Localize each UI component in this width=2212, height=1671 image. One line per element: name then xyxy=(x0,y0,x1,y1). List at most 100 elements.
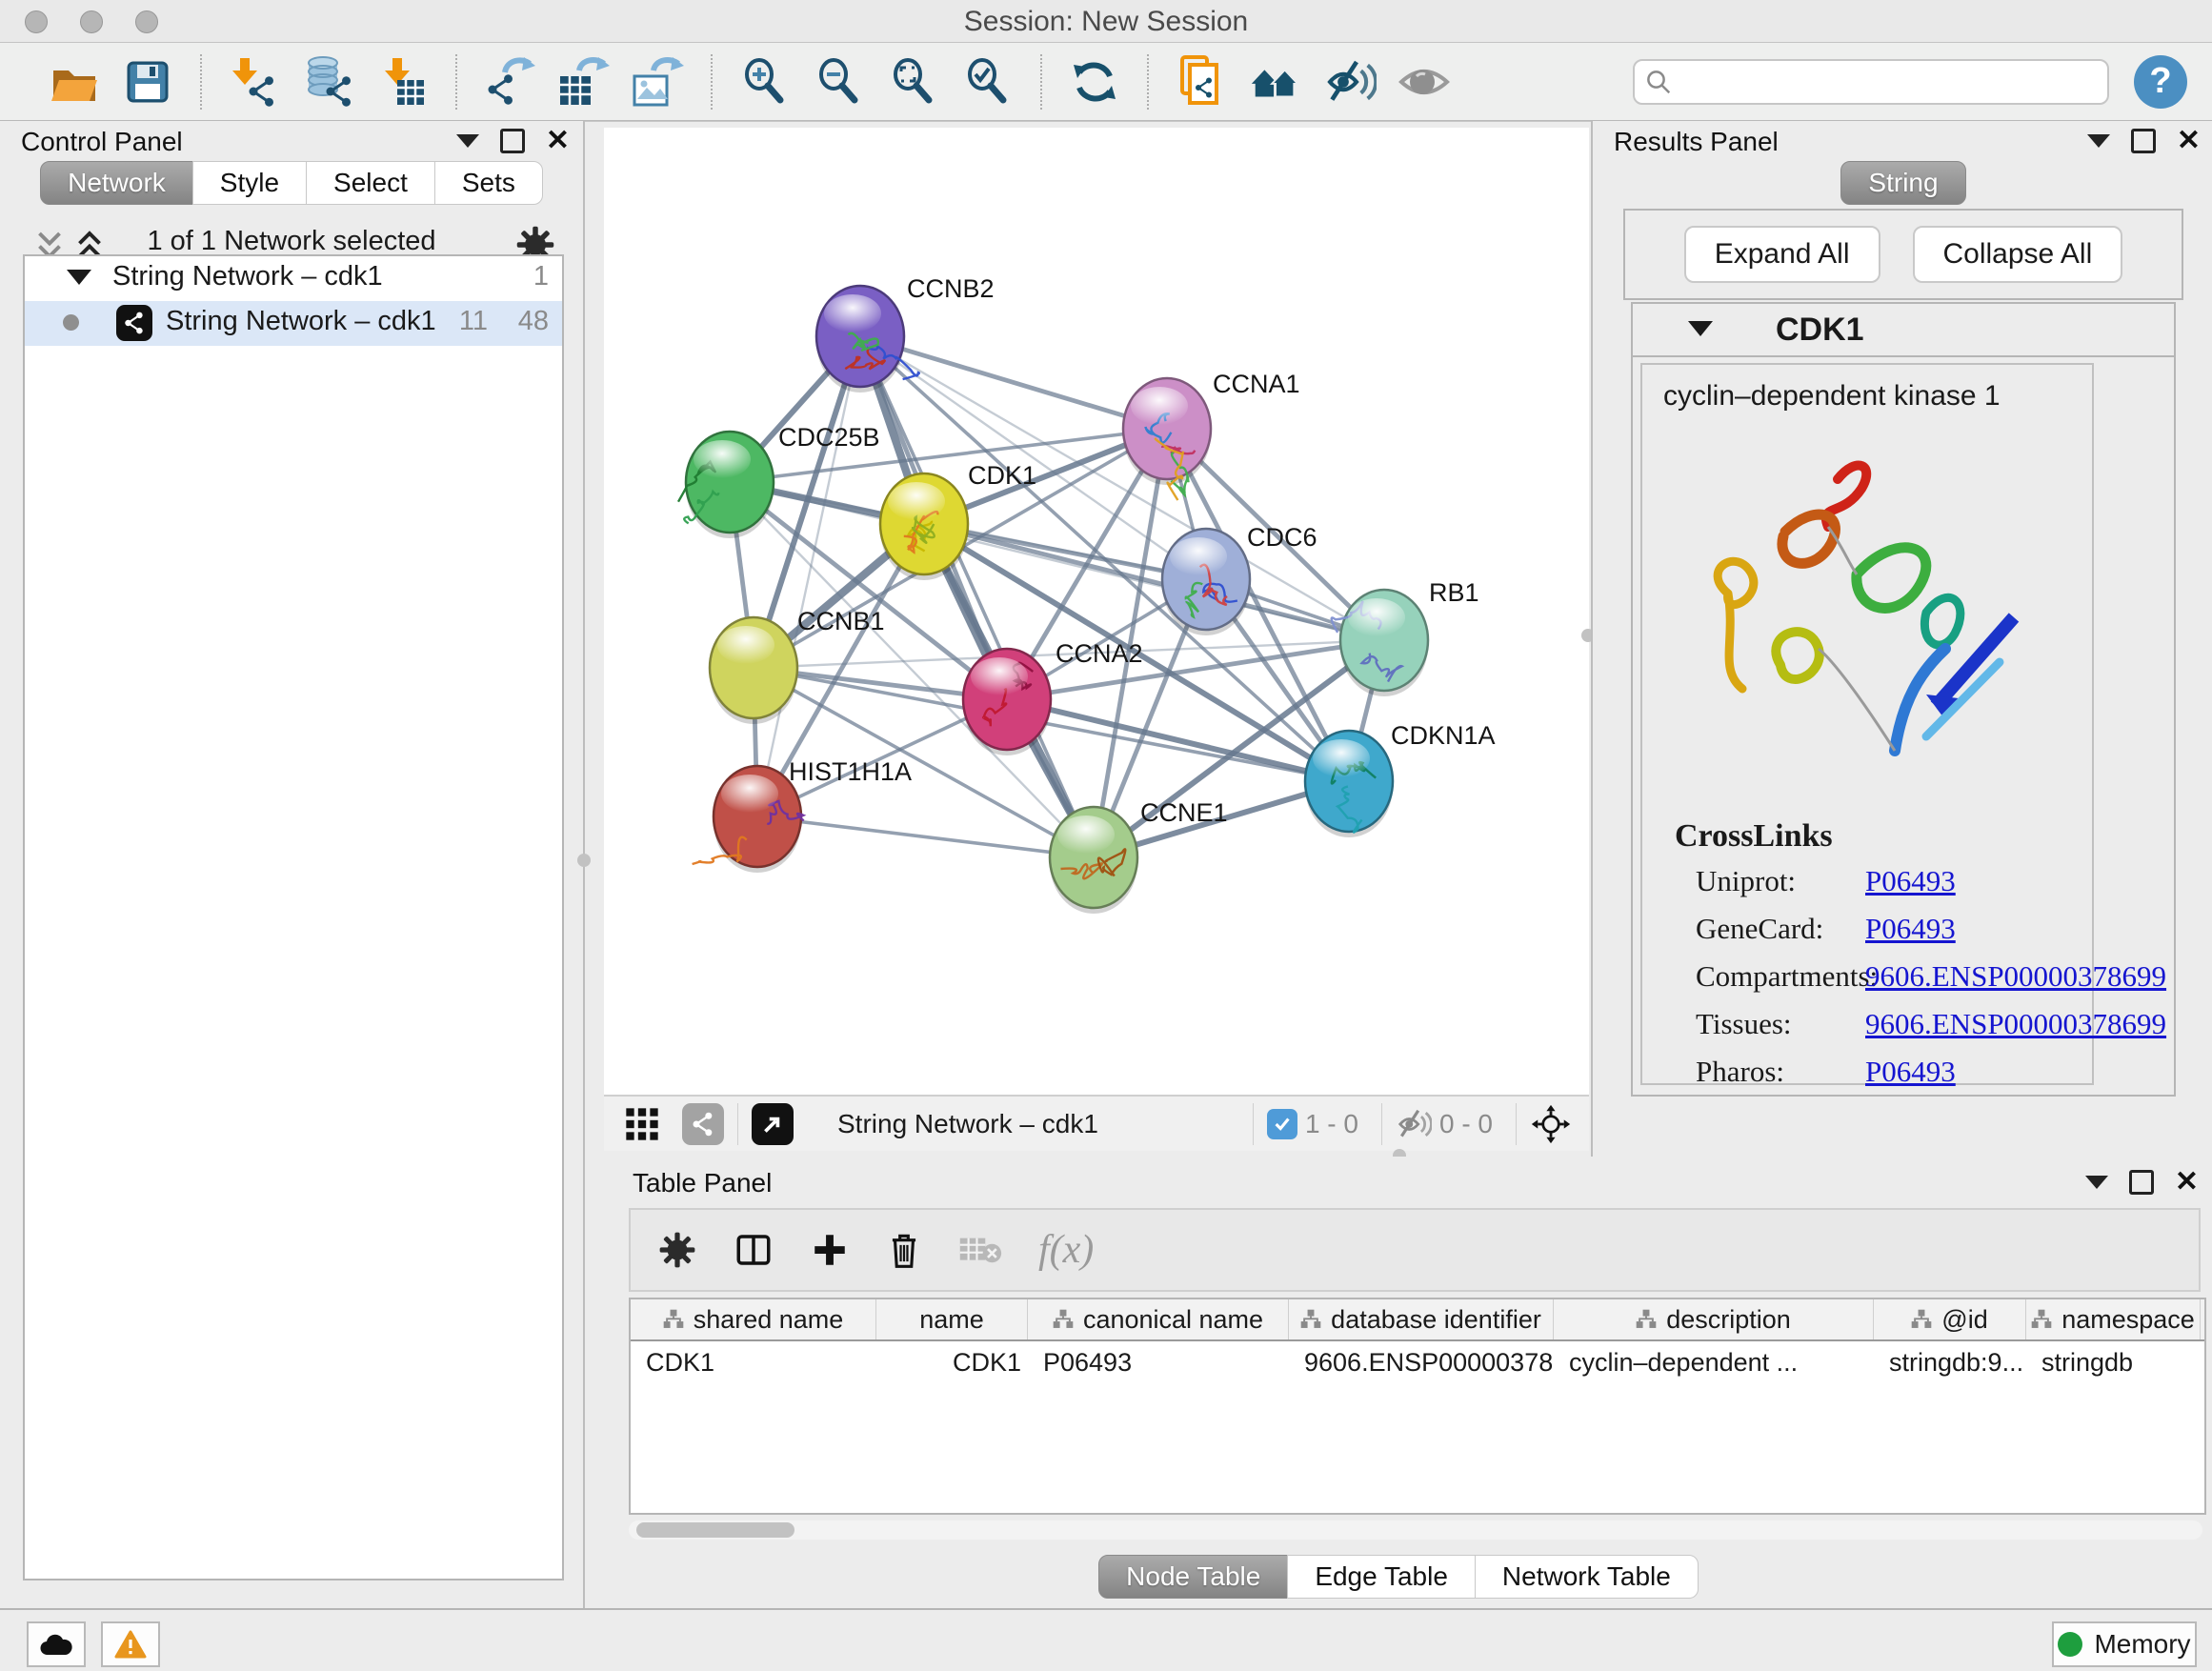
column-header-canonical-name[interactable]: canonical name xyxy=(1028,1299,1289,1339)
table-panel-close-icon[interactable]: ✕ xyxy=(2175,1171,2199,1194)
eye-slash-icon[interactable] xyxy=(1322,54,1377,110)
hidden-eye-icon[interactable] xyxy=(1396,1106,1432,1142)
collection-caret-icon[interactable] xyxy=(67,270,91,285)
show-columns-icon[interactable] xyxy=(734,1230,774,1270)
network-collection-row[interactable]: String Network – cdk1 1 xyxy=(25,256,562,301)
table-options-gear-icon[interactable] xyxy=(657,1230,697,1270)
delete-icon[interactable] xyxy=(886,1230,922,1270)
expand-all-button[interactable]: Expand All xyxy=(1684,226,1880,283)
navigator-crosshair-icon[interactable] xyxy=(1530,1103,1572,1145)
memory-status-dot xyxy=(2058,1632,2082,1657)
delete-table-icon[interactable] xyxy=(958,1233,1002,1267)
node-CCNB1[interactable] xyxy=(710,617,797,724)
tab-string-results[interactable]: String xyxy=(1840,161,1965,205)
table-cell[interactable]: stringdb xyxy=(2026,1341,2201,1383)
network-view-title: String Network – cdk1 xyxy=(837,1109,1098,1139)
import-network-icon[interactable] xyxy=(227,54,282,110)
control-panel-menu-icon[interactable] xyxy=(456,134,479,148)
zoom-out-icon[interactable] xyxy=(812,54,867,110)
zoom-fit-icon[interactable] xyxy=(886,54,941,110)
edge-HIST1H1A-CCNE1[interactable] xyxy=(757,816,1094,857)
details-caret-icon[interactable] xyxy=(1688,321,1713,336)
zoom-in-icon[interactable] xyxy=(737,54,793,110)
string-view-icon[interactable] xyxy=(682,1103,724,1145)
table-cell[interactable]: 9606.ENSP00000378699 xyxy=(1289,1341,1554,1383)
help-button[interactable]: ? xyxy=(2134,55,2187,109)
results-panel-close-icon[interactable]: ✕ xyxy=(2177,130,2201,152)
node-CDKN1A[interactable] xyxy=(1305,731,1393,837)
tab-edge-table[interactable]: Edge Table xyxy=(1287,1555,1476,1599)
open-in-window-icon[interactable] xyxy=(752,1103,794,1145)
tab-sets[interactable]: Sets xyxy=(434,161,543,205)
save-session-icon[interactable] xyxy=(120,54,175,110)
scrollbar-thumb[interactable] xyxy=(636,1522,794,1538)
export-network-icon[interactable] xyxy=(482,54,537,110)
left-splitter-handle[interactable] xyxy=(577,854,591,867)
tab-style[interactable]: Style xyxy=(192,161,307,205)
results-actions-box: Expand All Collapse All xyxy=(1623,209,2183,300)
table-panel-menu-icon[interactable] xyxy=(2085,1176,2108,1189)
memory-button[interactable]: Memory xyxy=(2052,1621,2197,1667)
gray-eye-icon[interactable] xyxy=(1397,54,1452,110)
control-panel-float-icon[interactable] xyxy=(500,129,525,153)
column-header-shared-name[interactable]: shared name xyxy=(631,1299,876,1339)
tab-network[interactable]: Network xyxy=(40,161,193,205)
table-horizontal-scrollbar[interactable] xyxy=(629,1520,2202,1540)
edge-CCNB2-HIST1H1A[interactable] xyxy=(757,336,860,816)
table-cell[interactable]: cyclin–dependent ... xyxy=(1554,1341,1874,1383)
network-row-selected[interactable]: String Network – cdk1 11 48 xyxy=(25,301,562,346)
results-panel-float-icon[interactable] xyxy=(2131,129,2156,153)
network-label: String Network – cdk1 xyxy=(166,306,436,337)
node-CDC25B[interactable] xyxy=(678,432,774,538)
tab-network-table[interactable]: Network Table xyxy=(1475,1555,1699,1599)
table-cell[interactable]: stringdb:9... xyxy=(1874,1341,2026,1383)
network-canvas[interactable]: CCNB2CCNA1CDC25BCDK1CDC6RB1CCNB1CCNA2CDK… xyxy=(604,128,1589,1095)
table-cell[interactable]: P06493 xyxy=(1028,1341,1289,1383)
node-label-CCNB2: CCNB2 xyxy=(907,274,995,303)
tab-select[interactable]: Select xyxy=(306,161,435,205)
tab-node-table[interactable]: Node Table xyxy=(1098,1555,1288,1599)
collapse-all-button[interactable]: Collapse All xyxy=(1913,226,2123,283)
column-header-name[interactable]: name xyxy=(876,1299,1028,1339)
string-protein-query-icon[interactable] xyxy=(1174,54,1229,110)
node-CCNA2[interactable] xyxy=(963,649,1051,755)
search-input[interactable] xyxy=(1673,62,2098,102)
node-CCNE1[interactable] xyxy=(1050,807,1137,914)
selected-checkbox-icon[interactable] xyxy=(1267,1109,1297,1139)
node-details-header[interactable]: CDK1 xyxy=(1633,304,2174,357)
edge-CCNB2-CCNA1[interactable] xyxy=(860,336,1167,429)
collection-label: String Network – cdk1 xyxy=(112,261,383,292)
node-CDK1[interactable] xyxy=(880,473,968,580)
crosslink-link[interactable]: P06493 xyxy=(1865,912,1956,946)
column-header-namespace[interactable]: namespace xyxy=(2026,1299,2201,1339)
table-row[interactable]: CDK1CDK1P064939606.ENSP00000378699cyclin… xyxy=(631,1341,2204,1383)
grid-view-icon[interactable] xyxy=(623,1105,661,1143)
column-header-description[interactable]: description xyxy=(1554,1299,1874,1339)
cloud-status-button[interactable] xyxy=(27,1621,86,1667)
houses-icon[interactable] xyxy=(1248,54,1303,110)
zoom-selected-icon[interactable] xyxy=(960,54,1016,110)
open-file-icon[interactable] xyxy=(46,54,101,110)
crosslink-link[interactable]: 9606.ENSP00000378699 xyxy=(1865,959,2166,994)
table-cell[interactable]: CDK1 xyxy=(876,1341,1028,1383)
function-builder-icon[interactable]: f(x) xyxy=(1038,1227,1094,1273)
column-header--id[interactable]: @id xyxy=(1874,1299,2026,1339)
table-panel-float-icon[interactable] xyxy=(2129,1170,2154,1195)
export-table-icon[interactable] xyxy=(556,54,612,110)
export-image-icon[interactable] xyxy=(631,54,686,110)
node-HIST1H1A[interactable] xyxy=(693,766,804,873)
refresh-icon[interactable] xyxy=(1067,54,1122,110)
results-panel-menu-icon[interactable] xyxy=(2087,134,2110,148)
control-panel-close-icon[interactable]: ✕ xyxy=(546,130,570,152)
warnings-button[interactable] xyxy=(101,1621,160,1667)
import-network-database-icon[interactable] xyxy=(301,54,356,110)
crosslink-link[interactable]: P06493 xyxy=(1865,864,1956,898)
warning-icon xyxy=(114,1630,147,1659)
column-header-database-identifier[interactable]: database identifier xyxy=(1289,1299,1554,1339)
crosslink-link[interactable]: P06493 xyxy=(1865,1055,1956,1089)
node-CDC6[interactable] xyxy=(1162,529,1250,635)
table-cell[interactable]: CDK1 xyxy=(631,1341,876,1383)
import-table-icon[interactable] xyxy=(375,54,431,110)
crosslink-link[interactable]: 9606.ENSP00000378699 xyxy=(1865,1007,2166,1041)
add-icon[interactable] xyxy=(810,1230,850,1270)
